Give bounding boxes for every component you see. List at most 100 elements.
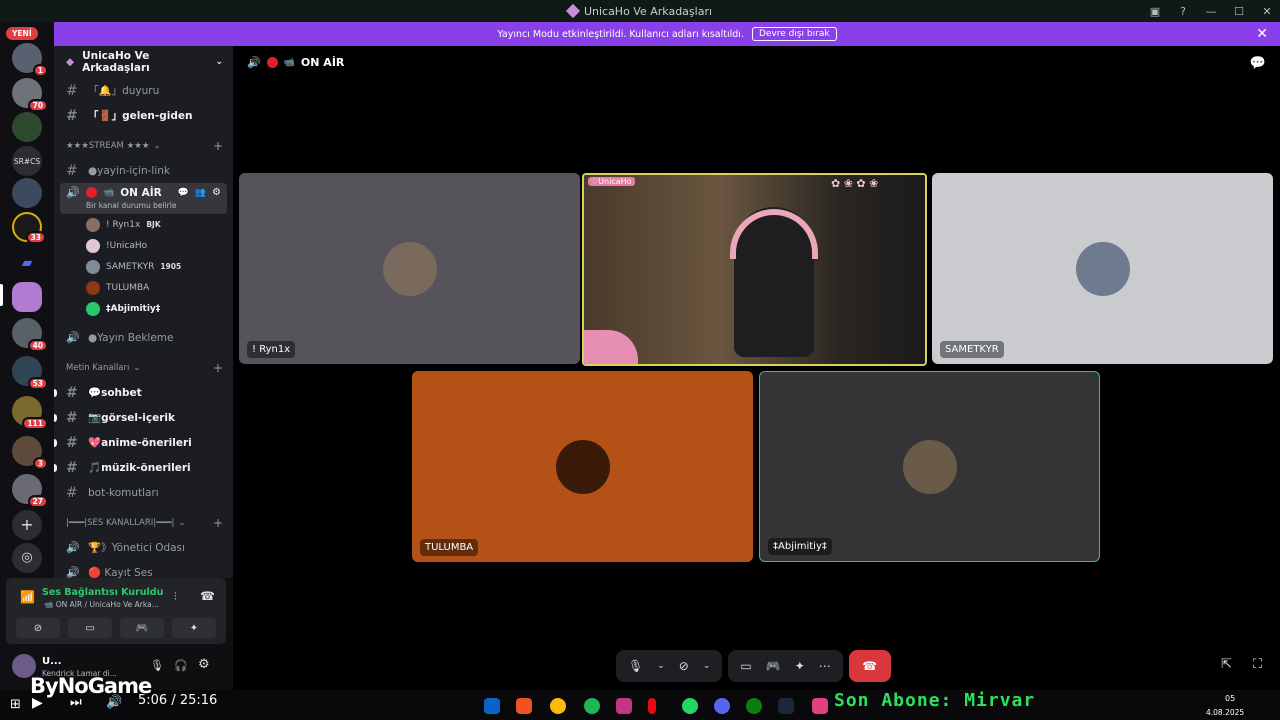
gear-icon[interactable]: ⚙ — [198, 657, 210, 672]
xbox-icon[interactable] — [746, 698, 762, 714]
activity-button[interactable]: 🎮 — [120, 618, 164, 638]
mic-icon[interactable]: 🎙 — [150, 659, 164, 672]
add-channel-icon[interactable]: + — [213, 139, 223, 153]
discover-icon[interactable]: ◎ — [12, 543, 42, 573]
voice-user[interactable]: SAMETKYR 1905 — [54, 256, 233, 277]
channel-anime-onerileri[interactable]: # 💖anime-önerileri — [54, 430, 233, 455]
add-channel-icon[interactable]: + — [213, 516, 223, 530]
category-voice[interactable]: |━━━|SES KANALLARI|━━━| ⌄ + — [54, 511, 233, 535]
channel-label: 💬sohbet — [88, 387, 142, 399]
gear-icon[interactable]: ⚙ — [212, 187, 221, 198]
voice-channel-yayin-bekleme[interactable]: 🔊 ●Yayın Bekleme — [54, 325, 233, 350]
voice-user[interactable]: !UnicaHo — [54, 235, 233, 256]
server-icon[interactable] — [12, 178, 42, 208]
add-server-icon[interactable]: + — [12, 510, 42, 540]
maximize-button[interactable]: ☐ — [1232, 5, 1246, 18]
outlook-icon[interactable] — [484, 698, 500, 714]
user-tag: BJK — [146, 220, 161, 229]
more-icon[interactable]: ⋯ — [819, 659, 831, 673]
soundboard-icon[interactable]: ✦ — [795, 659, 805, 673]
minimize-button[interactable]: — — [1204, 5, 1218, 18]
participant-tile-tulumba[interactable]: TULUMBA — [412, 371, 753, 562]
hash-icon: # — [66, 459, 78, 476]
category-text[interactable]: Metin Kanalları ⌄ + — [54, 356, 233, 380]
mic-icon[interactable]: 🎙 — [628, 659, 643, 673]
screen-share-button[interactable]: ▭ — [68, 618, 112, 638]
brave-icon[interactable] — [516, 698, 532, 714]
camera-off-button[interactable]: ⊘ — [16, 618, 60, 638]
chat-icon[interactable]: 💬 — [178, 188, 189, 198]
voice-connected-title[interactable]: Ses Bağlantısı Kuruldu — [42, 587, 163, 598]
voice-user[interactable]: ! Ryn1x BJK — [54, 214, 233, 235]
server-header[interactable]: ◆ UnicaHo Ve Arkadaşları ⌄ — [54, 46, 233, 78]
chat-bubble-icon[interactable]: 💬 — [1250, 56, 1266, 71]
disconnect-icon[interactable]: ☎ — [200, 589, 215, 603]
voice-channel-yonetici[interactable]: 🔊 🏆》Yönetici Odası — [54, 535, 233, 560]
mention-badge: 70 — [27, 99, 48, 112]
participant-tile-ryn1x[interactable]: ! Ryn1x — [239, 173, 580, 364]
steam-icon[interactable] — [778, 698, 794, 714]
disable-streamer-mode-button[interactable]: Devre dışı bırak — [751, 27, 837, 41]
spotify-icon[interactable] — [584, 698, 600, 714]
speaker-icon: 🔊 — [66, 566, 80, 578]
server-icon[interactable]: 27 — [12, 474, 48, 508]
server-icon[interactable]: 40 — [12, 318, 48, 352]
soundboard-button[interactable]: ✦ — [172, 618, 216, 638]
channel-duyuru[interactable]: # 「🔔」duyuru — [54, 78, 233, 103]
server-icon[interactable]: 3 — [12, 436, 48, 470]
add-channel-icon[interactable]: + — [213, 361, 223, 375]
disconnect-button[interactable]: ☎ — [848, 650, 891, 682]
participant-tile-camera[interactable]: ♡UnicaHo ✿ ❀ ✿ ❀ — [582, 173, 927, 366]
server-icon[interactable]: 53 — [12, 356, 48, 390]
discord-icon[interactable] — [714, 698, 730, 714]
server-icon[interactable]: 111 — [12, 396, 48, 430]
mention-badge: 27 — [27, 495, 48, 508]
headphones-icon[interactable]: 🎧 — [174, 659, 188, 672]
channel-gorsel-icerik[interactable]: # 📷görsel-içerik — [54, 405, 233, 430]
server-icon[interactable] — [12, 112, 42, 142]
app-icon[interactable] — [812, 698, 828, 714]
instagram-icon[interactable] — [616, 698, 632, 714]
channel-gelen-giden[interactable]: # 「🚪」gelen-giden — [54, 103, 233, 128]
active-server-icon[interactable] — [12, 282, 42, 312]
channel-yayin-icin-link[interactable]: # ●yayin-için-link — [54, 158, 233, 183]
inbox-icon[interactable]: ▣ — [1148, 5, 1162, 18]
server-icon[interactable]: 70 — [12, 78, 48, 112]
chevron-down-icon[interactable]: ⌄ — [657, 661, 665, 671]
netflix-icon[interactable] — [648, 698, 656, 714]
voice-channel-kayit[interactable]: 🔊 🔴 Kayıt Ses — [54, 560, 233, 578]
server-icon[interactable]: 1 — [12, 43, 48, 77]
help-icon[interactable]: ? — [1176, 5, 1190, 18]
participant-tile-abjimitiy[interactable]: ‡Abjimitiy‡ — [759, 371, 1100, 562]
chrome-icon[interactable] — [550, 698, 566, 714]
mic-control[interactable]: 🎙 ⌄ ⊘ ⌄ — [616, 650, 723, 682]
chevron-down-icon[interactable]: ⌄ — [703, 661, 711, 671]
gamepad-icon[interactable]: 🎮 — [766, 659, 781, 673]
voice-user[interactable]: TULUMBA — [54, 277, 233, 298]
folder-icon[interactable]: ▰ — [12, 248, 42, 278]
whatsapp-icon[interactable] — [682, 698, 698, 714]
speaker-icon: 🔊 — [247, 56, 261, 69]
category-stream[interactable]: ★★★STREAM ★★★ ⌄ + — [54, 134, 233, 158]
screen-share-icon[interactable]: ▭ — [740, 659, 751, 673]
channel-muzik-onerileri[interactable]: # 🎵müzik-önerileri — [54, 455, 233, 480]
channel-bot-komutlari[interactable]: # bot-komutları — [54, 480, 233, 505]
windows-start-icon[interactable]: ⊞ — [10, 697, 21, 712]
voice-connected-channel[interactable]: 📹 ON AİR / UnicaHo Ve Arka... — [44, 600, 159, 609]
fullscreen-icon[interactable]: ⛶ — [1253, 657, 1262, 672]
popout-icon[interactable]: ⇱ — [1221, 657, 1232, 672]
participant-tile-sametkyr[interactable]: SAMETKYR — [932, 173, 1273, 364]
avatar — [902, 439, 957, 494]
server-icon[interactable]: 33 — [12, 212, 46, 244]
camera-off-icon[interactable]: ⊘ — [679, 659, 689, 673]
channel-status[interactable]: Bir kanal durumu belirle — [66, 201, 221, 210]
noise-suppression-icon[interactable]: ⫶ — [174, 590, 177, 604]
channel-sohbet[interactable]: # 💬sohbet — [54, 380, 233, 405]
share-controls[interactable]: ▭ 🎮 ✦ ⋯ — [728, 650, 843, 682]
server-icon[interactable]: SR#CS — [12, 146, 42, 176]
banner-close-icon[interactable]: ✕ — [1256, 26, 1268, 42]
voice-user[interactable]: ‡Abjimitiy‡ — [54, 298, 233, 319]
invite-icon[interactable]: 👥 — [195, 188, 206, 198]
voice-channel-on-air[interactable]: 🔊 📹 ON AİR 💬 👥 ⚙ Bir kanal durumu belirl… — [60, 183, 227, 214]
close-window-button[interactable]: ✕ — [1260, 5, 1274, 18]
